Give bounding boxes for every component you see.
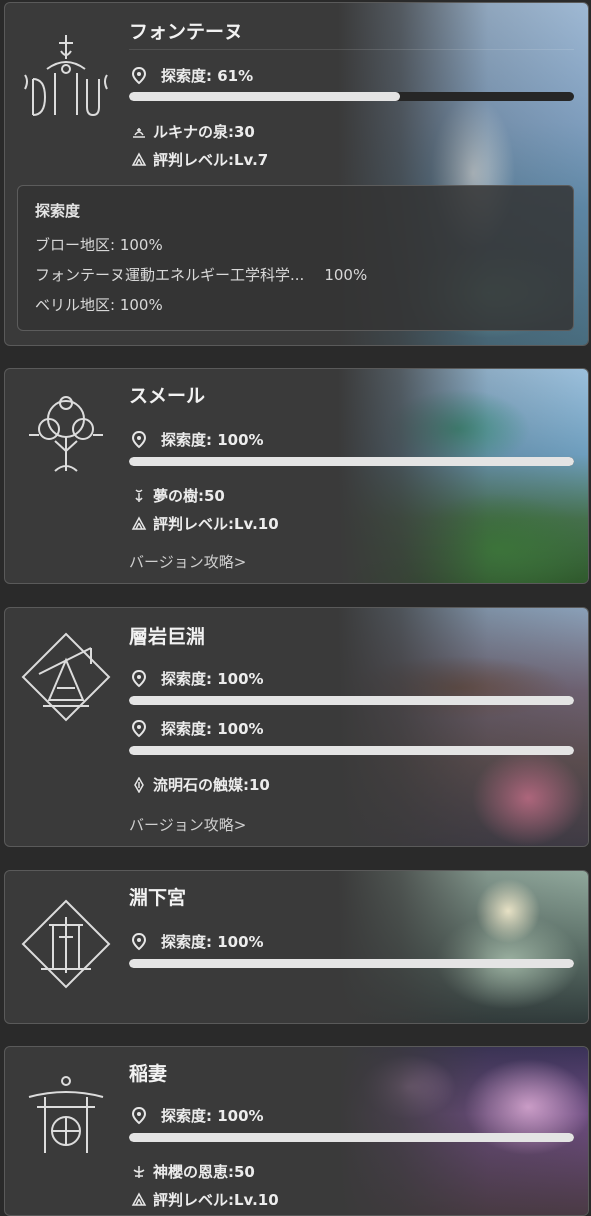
exploration-progress-bar — [129, 92, 574, 101]
location-pin-icon — [131, 719, 147, 737]
stat-line: 流明石の触媒: 10 — [131, 774, 270, 795]
location-pin-icon — [131, 932, 147, 950]
version-guide-link[interactable]: バージョン攻略> — [129, 551, 246, 572]
exploration-progress-label: 探索度: 100% — [131, 931, 264, 952]
region-background-image — [338, 871, 588, 1023]
fontaine-emblem-icon — [24, 35, 108, 117]
title-divider — [129, 49, 574, 50]
stat-line: 神櫻の恩恵: 50 — [131, 1161, 255, 1182]
exploration-progress-bar — [129, 1133, 574, 1142]
inazuma-torii-emblem-icon — [28, 1076, 104, 1153]
exploration-progress-bar — [129, 457, 574, 466]
exploration-progress-label: 探索度: 100% — [131, 718, 264, 739]
location-pin-icon — [131, 1106, 147, 1124]
reputation-icon — [131, 515, 147, 530]
exploration-progress-bar — [129, 746, 574, 755]
version-guide-link[interactable]: バージョン攻略> — [129, 814, 246, 835]
location-pin-icon — [131, 430, 147, 448]
region-card-fontaine[interactable]: フォンテーヌ 探索度: 61% ルキナの泉: 30 評判レベル: Lv.7 探索… — [4, 2, 589, 346]
dream-tree-icon — [135, 488, 143, 502]
region-card-enkanomiya[interactable]: 淵下宮 探索度: 100% — [4, 870, 589, 1024]
region-background-image — [338, 608, 588, 846]
exploration-progress-bar — [129, 959, 574, 968]
location-pin-icon — [131, 669, 147, 687]
stat-line: 評判レベル: Lv.7 — [131, 149, 268, 170]
exploration-progress-label: 探索度: 100% — [131, 1105, 264, 1126]
subarea-exploration-panel: 探索度 ブロー地区: 100% フォンテーヌ運動エネルギー工学科学... 100%… — [17, 185, 574, 331]
lotus-fountain-icon — [133, 127, 145, 138]
region-card-sumeru[interactable]: スメール 探索度: 100% 夢の樹: 50 評判レベル: Lv.10 バージョ… — [4, 368, 589, 584]
subarea-heading: 探索度 — [35, 202, 81, 220]
stat-line: 評判レベル: Lv.10 — [131, 513, 279, 534]
subarea-row: ブロー地区: 100% — [35, 236, 163, 254]
exploration-progress-label: 探索度: 100% — [131, 668, 264, 689]
region-background-image — [338, 1047, 588, 1215]
region-background-image — [338, 369, 588, 583]
sumeru-tree-emblem-icon — [29, 396, 103, 472]
region-title: 層岩巨淵 — [129, 626, 206, 648]
lumenstone-icon — [134, 776, 144, 793]
exploration-progress-label: 探索度: 61% — [131, 65, 253, 86]
reputation-icon — [131, 151, 147, 166]
region-title: フォンテーヌ — [129, 21, 244, 43]
exploration-progress-label: 探索度: 100% — [131, 429, 264, 450]
region-title: スメール — [129, 385, 206, 407]
subarea-row: ベリル地区: 100% — [35, 296, 163, 314]
enkanomiya-emblem-icon — [21, 899, 111, 989]
stat-line: ルキナの泉: 30 — [131, 121, 255, 142]
location-pin-icon — [131, 66, 147, 84]
sacred-sakura-icon — [133, 1165, 145, 1178]
chasm-crane-emblem-icon — [21, 632, 111, 722]
region-title: 稲妻 — [129, 1063, 168, 1085]
exploration-progress-bar — [129, 696, 574, 705]
stat-line: 夢の樹: 50 — [131, 485, 225, 506]
region-card-inazuma[interactable]: 稲妻 探索度: 100% 神櫻の恩恵: 50 評判レベル: Lv.10 — [4, 1046, 589, 1216]
subarea-row: フォンテーヌ運動エネルギー工学科学... 100% — [35, 266, 368, 284]
region-title: 淵下宮 — [129, 887, 187, 909]
region-card-the-chasm[interactable]: 層岩巨淵 探索度: 100% 探索度: 100% 流明石の触媒: 10 バージョ… — [4, 607, 589, 847]
